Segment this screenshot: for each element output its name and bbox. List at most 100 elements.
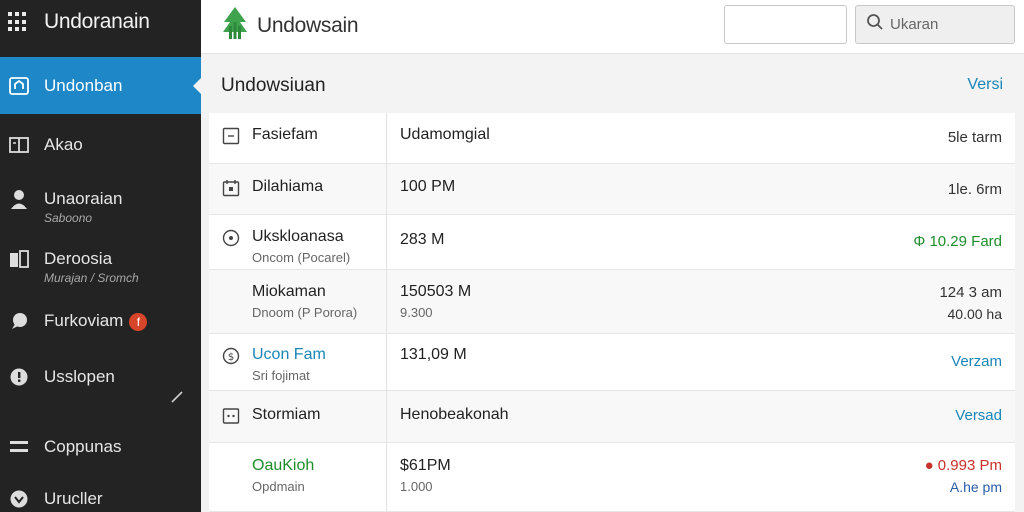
row-value: 283 M	[400, 231, 445, 248]
row-name-cell: $ Ucon Fam Sri fojimat	[221, 346, 326, 383]
row-name[interactable]: Ucon Fam	[252, 346, 326, 364]
row-name: Ukskloanasa	[252, 228, 344, 245]
row-name-sub: Dnoom (P Porora)	[252, 305, 358, 320]
search-box[interactable]	[855, 5, 1015, 44]
sidebar-item-akao[interactable]: Akao	[0, 135, 201, 155]
row-name-cell: Stormiam	[221, 406, 320, 426]
notification-badge: f	[129, 312, 148, 331]
row-right-link[interactable]: Versad	[955, 407, 1002, 424]
row-value-sub: 9.300	[400, 305, 433, 320]
row-right: 124 3 am	[939, 284, 1002, 301]
sidebar-title: Undoranain	[44, 10, 150, 33]
row-name-sub: Opdmain	[252, 479, 305, 494]
pencil-icon[interactable]	[170, 390, 184, 404]
row-value-cell: 283 M	[400, 231, 444, 249]
sidebar-item-label-text: Furkoviam	[44, 311, 124, 330]
sidebar-item-sublabel: Murajan / Sromch	[44, 271, 139, 285]
home-icon	[8, 76, 30, 96]
table-row[interactable]: Miokaman Dnoom (P Porora) 150503 M 9.300…	[209, 270, 1015, 334]
row-name-cell: Fasiefam	[221, 126, 318, 146]
page-title: Undowsiuan	[221, 75, 326, 96]
row-name: Dilahiama	[252, 178, 324, 195]
app-title: Undowsain	[257, 13, 359, 37]
row-value-cell: Henobeakonah	[400, 406, 509, 424]
row-right-link[interactable]: Verzam	[951, 353, 1002, 370]
versi-link[interactable]: Versi	[967, 76, 1003, 94]
row-value: 131,09 M	[400, 346, 467, 363]
sidebar-item-label: Undonban	[44, 75, 123, 95]
sidebar-item-furkoviam[interactable]: Furkoviam f	[0, 311, 201, 331]
row-name-sub: Sri fojimat	[252, 368, 310, 383]
row-right-cell: 1le. 6rm	[948, 181, 1002, 198]
table-row[interactable]: $ Ucon Fam Sri fojimat 131,09 M Verzam	[209, 334, 1015, 391]
top-text-field[interactable]	[724, 5, 847, 44]
row-value-cell: Udamomgial	[400, 126, 490, 144]
row-right: 5le tarm	[947, 129, 1002, 146]
dots-icon	[221, 406, 241, 426]
row-value: $61PM	[400, 457, 451, 474]
app-grid-icon[interactable]	[8, 12, 28, 32]
table-row[interactable]: OauKioh Opdmain $61PM 1.000 ● 0.993 Pm A…	[209, 443, 1015, 512]
sidebar-item-urucller[interactable]: Urucller	[0, 489, 201, 509]
row-right: 1le. 6rm	[947, 181, 1002, 198]
row-right-cell: 5le tarm	[948, 129, 1002, 146]
sidebar-item-label: Urucller	[44, 489, 103, 508]
square-icon	[221, 126, 241, 146]
row-right-cell: ● 0.993 Pm A.he pm	[925, 457, 1002, 495]
sidebar-item-label: Akao	[44, 135, 83, 154]
sidebar-item-label: Unaoraian	[44, 189, 123, 208]
row-icon-placeholder	[221, 457, 241, 477]
table-row[interactable]: Stormiam Henobeakonah Versad	[209, 391, 1015, 443]
row-value-cell: 100 PM	[400, 178, 455, 196]
row-name-cell: Ukskloanasa Oncom (Pocarel)	[221, 228, 350, 265]
table-row[interactable]: Ukskloanasa Oncom (Pocarel) 283 M Φ 10.2…	[209, 215, 1015, 270]
card-icon	[8, 135, 30, 155]
column-divider	[386, 113, 387, 512]
topbar: Undowsain	[201, 0, 1024, 54]
sidebar-item-home[interactable]: Undonban	[0, 57, 201, 114]
sidebar-item-unaoraian[interactable]: Unaoraian Saboono	[0, 189, 201, 225]
sidebar-item-coppunas[interactable]: Coppunas	[0, 437, 201, 457]
row-right: ● 0.993 Pm	[924, 457, 1002, 474]
row-right-cell: Verzam	[951, 353, 1002, 370]
folder-icon	[8, 249, 30, 269]
row-name-cell: OauKioh Opdmain	[221, 457, 314, 494]
chat-icon	[8, 311, 30, 331]
tree-logo-icon	[221, 6, 249, 45]
sidebar-item-label: Usslopen	[44, 367, 115, 386]
calendar-icon	[221, 178, 241, 198]
sidebar-item-deroosia[interactable]: Deroosia Murajan / Sromch	[0, 249, 201, 285]
chevron-down-icon	[8, 489, 30, 509]
row-icon-placeholder	[221, 283, 241, 303]
sidebar-item-label: Coppunas	[44, 437, 122, 456]
row-value-cell: 150503 M 9.300	[400, 283, 471, 320]
sidebar-item-usslopen[interactable]: Usslopen	[0, 367, 201, 387]
row-value-sub: 1.000	[400, 479, 433, 494]
sidebar: Undoranain Undonban Akao Unaoraian Saboo…	[0, 0, 201, 512]
row-right-cell: 124 3 am 40.00 ha	[939, 284, 1002, 322]
table-row[interactable]: Fasiefam Udamomgial 5le tarm	[209, 113, 1015, 164]
row-name: Fasiefam	[252, 126, 318, 143]
row-value: Udamomgial	[400, 126, 490, 143]
data-table: Fasiefam Udamomgial 5le tarm Dilahiama 1…	[209, 113, 1015, 512]
info-icon	[8, 367, 30, 387]
search-input[interactable]	[890, 16, 1010, 33]
row-right-sub: 40.00 ha	[947, 306, 1003, 322]
row-right-cell: Versad	[955, 407, 1002, 424]
row-right-sub: A.he pm	[949, 479, 1002, 495]
row-right: Φ 10.29 Fard	[913, 233, 1002, 250]
row-name: OauKioh	[252, 457, 315, 474]
row-value: Henobeakonah	[400, 406, 509, 423]
dollar-icon: $	[221, 346, 241, 366]
row-right-cell: Φ 10.29 Fard	[913, 233, 1002, 250]
sidebar-header: Undoranain	[0, 0, 201, 44]
table-row[interactable]: Dilahiama 100 PM 1le. 6rm	[209, 164, 1015, 215]
brand[interactable]: Undowsain	[221, 6, 359, 45]
search-icon	[866, 13, 884, 36]
row-value-cell: $61PM 1.000	[400, 457, 451, 494]
sidebar-item-sublabel: Saboono	[44, 211, 93, 225]
stack-icon	[8, 437, 30, 457]
row-name-sub: Oncom (Pocarel)	[252, 250, 351, 265]
svg-text:$: $	[228, 352, 234, 363]
row-name: Stormiam	[252, 406, 321, 423]
